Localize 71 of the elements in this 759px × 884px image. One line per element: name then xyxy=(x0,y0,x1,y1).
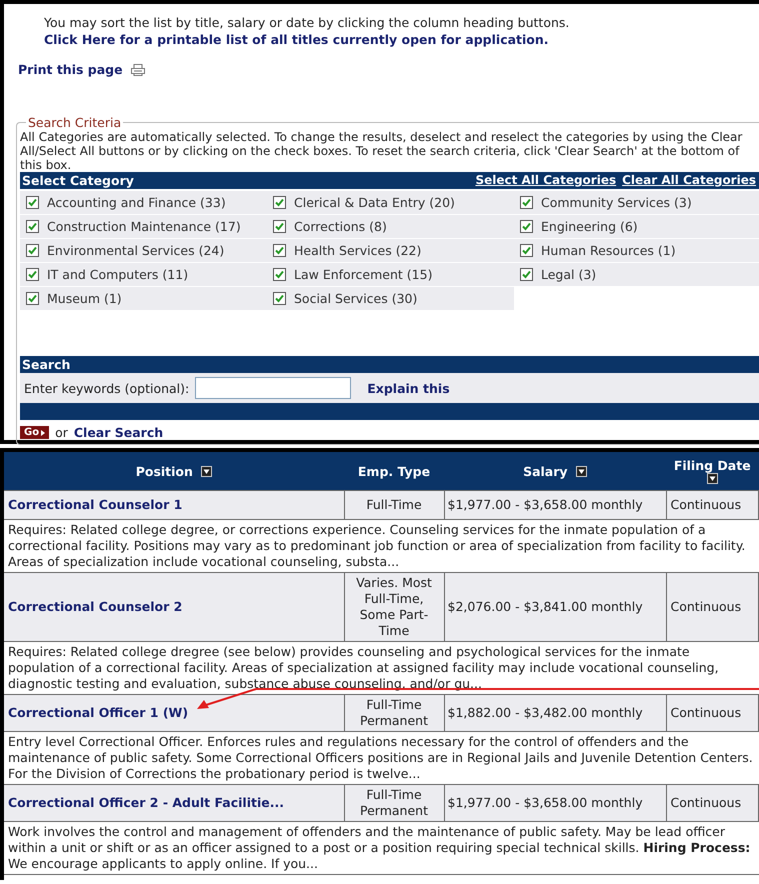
column-header[interactable]: Filing Date xyxy=(666,452,758,490)
category-option[interactable]: Social Services (30) xyxy=(267,287,514,310)
description-cell: Work involves the control and management of offenders and the maintenance of public safety. May be lead officer within a unit or shift or as an officer assigned to a post or a position requiring special technical skills. Hiring Process: We encourage applicants to apply online. If you... xyxy=(4,822,758,874)
checkbox[interactable] xyxy=(520,268,533,281)
checkbox[interactable] xyxy=(26,292,39,305)
play-icon xyxy=(41,430,46,436)
category-header: Select Category xyxy=(22,172,134,189)
sort-icon[interactable] xyxy=(201,466,212,476)
filing-date-cell: Continuous xyxy=(666,784,758,822)
emp-type-cell: Full-Time Permanent xyxy=(344,784,444,822)
clear-search-link[interactable]: Clear Search xyxy=(74,425,164,440)
category-option[interactable]: Accounting and Finance (33) xyxy=(20,191,267,214)
salary-cell: $1,882.00 - $3,482.00 monthly xyxy=(444,694,666,732)
column-header[interactable]: Salary xyxy=(444,452,666,490)
checkbox[interactable] xyxy=(26,196,39,209)
category-option[interactable]: Human Resources (1) xyxy=(514,239,759,262)
checkbox[interactable] xyxy=(273,244,286,257)
checkbox[interactable] xyxy=(520,196,533,209)
filing-date-cell: Continuous xyxy=(666,694,758,732)
job-title-link[interactable]: Correctional Counselor 1 xyxy=(8,497,182,512)
sort-icon[interactable] xyxy=(576,466,587,476)
category-option[interactable]: Legal (3) xyxy=(514,263,759,286)
explain-link[interactable]: Explain this xyxy=(367,380,450,396)
clear-all-link[interactable]: Clear All Categories xyxy=(622,173,756,187)
category-option[interactable]: Health Services (22) xyxy=(267,239,514,262)
search-criteria-legend: Search Criteria xyxy=(26,115,124,130)
description-cell: Entry level Correctional Officer. Enforces rules and regulations necessary for the control of offenders and the maintenance of public safety. Some Correctional Officers positions are in Regional Jails and Juvenile Detention Centers. For the Division of Corrections the probationary period is twelve... xyxy=(4,732,758,784)
category-option[interactable]: Museum (1) xyxy=(20,287,267,310)
go-button[interactable]: Go xyxy=(20,426,50,439)
printer-icon[interactable] xyxy=(130,64,145,76)
sort-icon[interactable] xyxy=(706,472,718,484)
checkbox[interactable] xyxy=(273,292,286,305)
category-option[interactable]: Corrections (8) xyxy=(267,215,514,238)
emp-type-cell: Full-Time xyxy=(344,490,444,520)
column-header[interactable]: Position xyxy=(4,452,344,490)
salary-cell: $1,977.00 - $3,658.00 monthly xyxy=(444,784,666,822)
keywords-label: Enter keywords (optional): xyxy=(24,380,190,396)
emp-type-cell: Full-Time Permanent xyxy=(344,694,444,732)
job-title-link[interactable]: Correctional Counselor 2 xyxy=(8,599,182,614)
category-option[interactable]: Engineering (6) xyxy=(514,215,759,238)
salary-cell: $1,977.00 - $3,658.00 monthly xyxy=(444,490,666,520)
checkbox[interactable] xyxy=(273,196,286,209)
help-text: All Categories are automatically selected. To change the results, deselect and reselect the categories by using the Clear All/Select All buttons or by clicking on the check boxes. To reset the search criteria, click 'Clear Search' at the bottom of this box. xyxy=(20,130,744,172)
print-link[interactable]: Print this page xyxy=(18,62,123,77)
category-option[interactable]: IT and Computers (11) xyxy=(20,263,267,286)
filing-date-cell: Continuous xyxy=(666,490,758,520)
job-title-link[interactable]: Correctional Officer 1 (W) xyxy=(8,705,188,720)
intro-text: You may sort the list by title, salary or date by clicking the column heading buttons. xyxy=(44,14,570,31)
job-title-link[interactable]: Correctional Officer 2 - Adult Facilitie... xyxy=(8,795,284,810)
category-option[interactable]: Environmental Services (24) xyxy=(20,239,267,262)
checkbox[interactable] xyxy=(26,244,39,257)
category-option[interactable]: Clerical & Data Entry (20) xyxy=(267,191,514,214)
search-header: Search xyxy=(22,356,70,373)
emp-type-cell: Varies. Most Full-Time, Some Part-Time xyxy=(344,572,444,642)
column-header: Emp. Type xyxy=(344,452,444,490)
description-cell: Requires: Related college degree, or corrections experience. Counseling services for the inmate population of a correctional facility. Positions may vary as to predominant job function or area of specialization from facility to facility. Areas of specialization include vocational counseling, substa... xyxy=(4,520,758,572)
checkbox[interactable] xyxy=(273,268,286,281)
filing-date-cell: Continuous xyxy=(666,572,758,642)
category-option[interactable]: Law Enforcement (15) xyxy=(267,263,514,286)
checkbox[interactable] xyxy=(26,220,39,233)
select-all-link[interactable]: Select All Categories xyxy=(475,173,616,187)
checkbox[interactable] xyxy=(26,268,39,281)
keywords-field[interactable] xyxy=(195,377,352,399)
category-option[interactable]: Construction Maintenance (17) xyxy=(20,215,267,238)
checkbox[interactable] xyxy=(520,220,533,233)
printable-list-link[interactable]: Click Here for a printable list of all titles currently open for application. xyxy=(44,32,549,47)
or-text: or xyxy=(55,425,68,440)
salary-cell: $2,076.00 - $3,841.00 monthly xyxy=(444,572,666,642)
checkbox[interactable] xyxy=(273,220,286,233)
category-option[interactable]: Community Services (3) xyxy=(514,191,759,214)
checkbox[interactable] xyxy=(520,244,533,257)
